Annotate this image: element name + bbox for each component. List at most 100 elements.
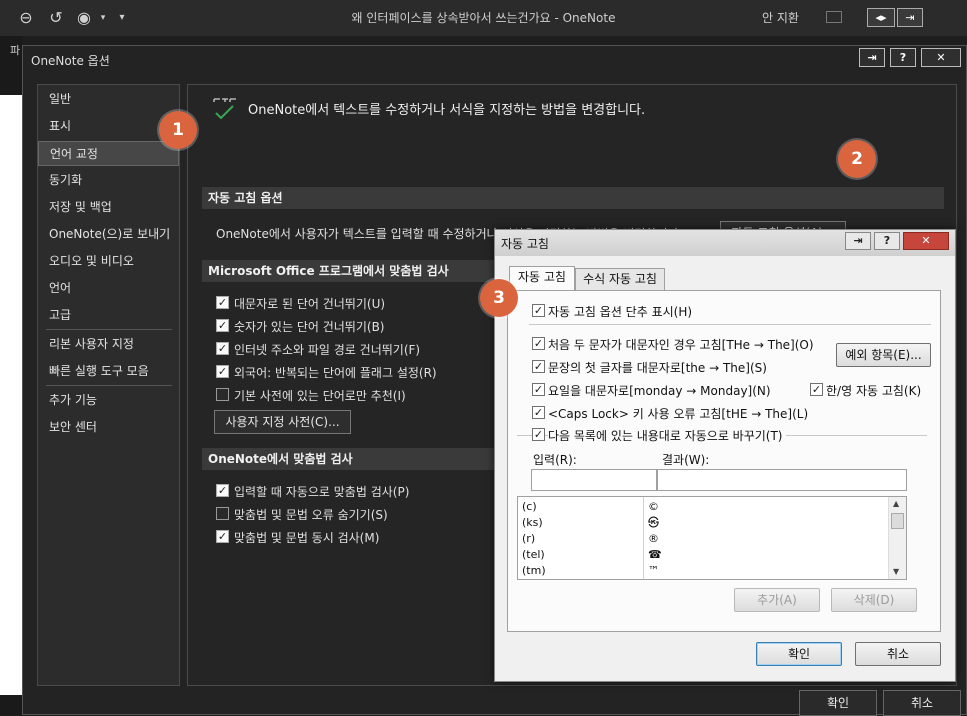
nav-item-audio-video[interactable]: 오디오 및 비디오: [38, 249, 179, 274]
option-replace-text: 다음 목록에 있는 내용대로 자동으로 바꾸기(T): [548, 427, 786, 444]
option-suggest-main-dict: 기본 사전에 있는 단어로만 추천(I): [234, 389, 406, 403]
ribbon-display-icon[interactable]: [826, 11, 842, 23]
list-value: ©: [648, 500, 659, 513]
checkbox[interactable]: ✓: [216, 365, 229, 378]
checkbox[interactable]: ✓: [216, 530, 229, 543]
app-title: 왜 인터페이스를 상속받아서 쓰는건가요 - OneNote: [351, 11, 616, 25]
list-value: ®: [648, 532, 659, 545]
nav-item-sync[interactable]: 동기화: [38, 168, 179, 193]
custom-dictionaries-button[interactable]: 사용자 지정 사전(C)...: [214, 410, 351, 434]
list-item[interactable]: (ks) ㉿: [518, 515, 888, 531]
autocorrect-titlebar: 자동 고침 ⇥ ? ✕: [495, 230, 955, 256]
nav-item-customize-ribbon[interactable]: 리본 사용자 지정: [38, 332, 179, 357]
ok-button[interactable]: 확인: [756, 642, 842, 666]
list-scrollbar[interactable]: ▲ ▼: [888, 497, 906, 579]
list-value: ☎: [648, 548, 662, 561]
exit-icon[interactable]: ⇥: [859, 48, 885, 67]
customize-toolbar-icon[interactable]: ▾: [112, 8, 132, 28]
option-show-buttons: 자동 고침 옵션 단추 표시(H): [548, 305, 693, 319]
onenote-titlebar: ⊖ ↺ ◉ ▾ ▾ 왜 인터페이스를 상속받아서 쓰는건가요 - OneNote…: [0, 0, 967, 36]
list-key: (c): [522, 500, 537, 513]
option-hide-errors: 맞춤법 및 문법 오류 숨기기(S): [234, 508, 388, 522]
list-key: (tel): [522, 548, 545, 561]
checkbox[interactable]: ✓: [532, 428, 545, 441]
nav-item-proofing[interactable]: 언어 교정: [38, 141, 179, 166]
checkbox[interactable]: [216, 388, 229, 401]
scroll-up-icon[interactable]: ▲: [893, 499, 899, 508]
checkbox[interactable]: ✓: [532, 406, 545, 419]
option-two-initial-caps: 처음 두 문자가 대문자인 경우 고침[THe → The](O): [548, 338, 814, 352]
option-ignore-numbers: 숫자가 있는 단어 건너뛰기(B): [234, 320, 385, 334]
input-label: 입력(R):: [533, 453, 577, 467]
tab-math-autocorrect[interactable]: 수식 자동 고침: [575, 268, 665, 290]
delete-button[interactable]: 삭제(D): [831, 588, 917, 612]
ok-button[interactable]: 확인: [799, 690, 877, 716]
back-icon[interactable]: ⊖: [16, 8, 36, 28]
list-item[interactable]: (tm) ™: [518, 563, 888, 579]
options-nav: 일반 표시 언어 교정 동기화 저장 및 백업 OneNote(으)로 보내기 …: [37, 84, 180, 686]
option-check-grammar: 맞춤법 및 문법 동시 검사(M): [234, 531, 380, 545]
nav-item-save-backup[interactable]: 저장 및 백업: [38, 195, 179, 220]
chevron-down-icon[interactable]: ▾: [93, 8, 113, 28]
checkbox[interactable]: ✓: [216, 342, 229, 355]
option-ignore-internet: 인터넷 주소와 파일 경로 건너뛰기(F): [234, 343, 421, 357]
nav-item-addins[interactable]: 추가 기능: [38, 388, 179, 413]
list-item[interactable]: (tel) ☎: [518, 547, 888, 563]
option-ignore-uppercase: 대문자로 된 단어 건너뛰기(U): [234, 297, 386, 311]
checkbox[interactable]: [216, 507, 229, 520]
callout-3: 3: [480, 279, 518, 317]
nav-item-language[interactable]: 언어: [38, 276, 179, 301]
section-autocorrect: 자동 고침 옵션: [202, 187, 944, 209]
scroll-down-icon[interactable]: ▼: [893, 567, 899, 576]
nav-divider: [46, 329, 172, 330]
tab-autocorrect[interactable]: 자동 고침: [509, 266, 575, 290]
exit-icon[interactable]: ⇥: [897, 8, 923, 27]
cancel-button[interactable]: 취소: [883, 690, 961, 716]
pen-mode-icon[interactable]: ◉: [74, 8, 94, 28]
result-label: 결과(W):: [662, 453, 710, 467]
nav-item-general[interactable]: 일반: [38, 87, 179, 112]
nav-item-send-to[interactable]: OneNote(으)로 보내기: [38, 222, 179, 247]
checkbox[interactable]: ✓: [216, 296, 229, 309]
undo-icon[interactable]: ↺: [46, 8, 66, 28]
list-key: (r): [522, 532, 536, 545]
replace-input[interactable]: [531, 469, 657, 491]
callout-1: 1: [159, 111, 197, 149]
help-button[interactable]: ?: [890, 48, 916, 67]
checkbox[interactable]: ✓: [532, 304, 545, 317]
dialog-title: 자동 고침: [501, 237, 549, 251]
user-name[interactable]: 안 지환: [762, 0, 799, 36]
close-button[interactable]: ✕: [903, 232, 949, 250]
nav-divider: [46, 385, 172, 386]
list-key: (ks): [522, 516, 543, 529]
autocorrect-dialog: 자동 고침 ⇥ ? ✕ 자동 고침 수식 자동 고침 ✓ 자동 고침 옵션 단추…: [494, 229, 956, 682]
callout-2: 2: [838, 140, 876, 178]
nav-item-advanced[interactable]: 고급: [38, 303, 179, 328]
exceptions-button[interactable]: 예외 항목(E)...: [836, 343, 931, 367]
list-item[interactable]: (r) ®: [518, 531, 888, 547]
scroll-thumb[interactable]: [891, 513, 904, 529]
add-button[interactable]: 추가(A): [734, 588, 820, 612]
close-button[interactable]: ✕: [921, 48, 961, 67]
cancel-button[interactable]: 취소: [855, 642, 941, 666]
nav-item-trust-center[interactable]: 보안 센터: [38, 415, 179, 440]
option-capitalize-first-letter: 문장의 첫 글자를 대문자로[the → The](S): [548, 361, 767, 375]
checkbox[interactable]: ✓: [216, 484, 229, 497]
checkbox[interactable]: ✓: [810, 383, 823, 396]
with-input[interactable]: [657, 469, 907, 491]
background-page: [0, 95, 24, 695]
option-caps-lock: <Caps Lock> 키 사용 오류 고침[tHE → The](L): [548, 407, 809, 421]
checkbox[interactable]: ✓: [216, 319, 229, 332]
checkbox[interactable]: ✓: [532, 337, 545, 350]
list-item[interactable]: (c) ©: [518, 499, 888, 515]
proofing-check-icon: [213, 98, 236, 120]
list-value: ™: [648, 564, 659, 577]
maximize-toggle-icon[interactable]: ◂▸: [867, 8, 895, 27]
nav-item-display[interactable]: 표시: [38, 114, 179, 139]
nav-item-quick-access[interactable]: 빠른 실행 도구 모음: [38, 359, 179, 384]
help-button[interactable]: ?: [874, 232, 900, 250]
replacement-list[interactable]: (c) © (ks) ㉿ (r) ® (tel) ☎ (tm) ™ ▲ ▼: [517, 496, 907, 580]
checkbox[interactable]: ✓: [532, 360, 545, 373]
checkbox[interactable]: ✓: [532, 383, 545, 396]
exit-icon[interactable]: ⇥: [845, 232, 871, 250]
